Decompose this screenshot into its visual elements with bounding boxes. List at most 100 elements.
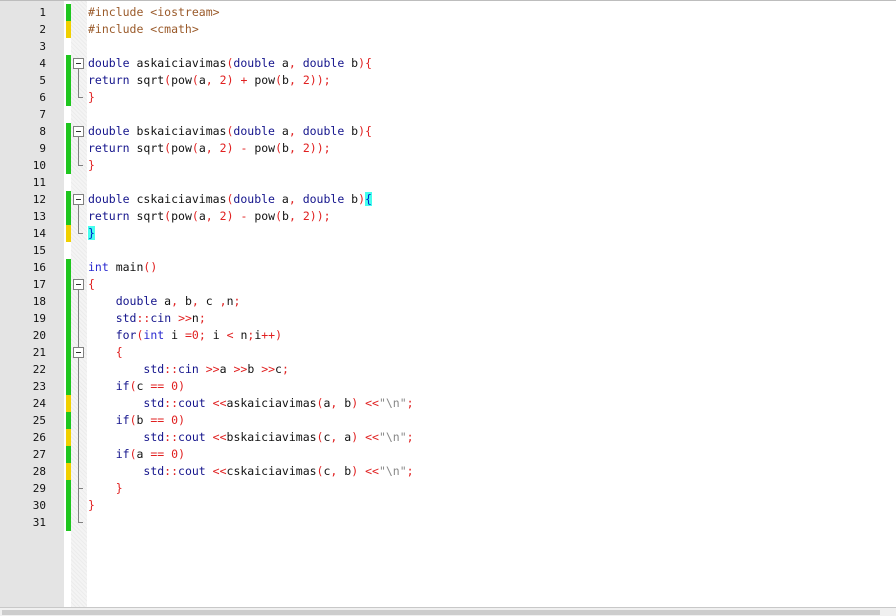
code-text[interactable]: return sqrt(pow(a, 2) - pow(b, 2)); — [88, 208, 331, 225]
code-line[interactable]: 20 for(int i =0; i < n;i++) — [0, 327, 896, 344]
code-token: 2 — [302, 141, 310, 155]
code-token: a — [198, 73, 206, 87]
code-text[interactable]: for(int i =0; i < n;i++) — [88, 327, 282, 344]
code-text[interactable]: int main() — [88, 259, 157, 276]
code-line[interactable]: 14} — [0, 225, 896, 242]
line-number: 29 — [32, 482, 46, 495]
code-text[interactable]: #include <iostream> — [88, 4, 220, 21]
code-editor[interactable]: 1 #include <iostream> 2 #include <cmath> 3 4 d… — [0, 0, 896, 607]
code-text[interactable]: std::cin >>n; — [88, 310, 206, 327]
code-line[interactable]: 3 — [0, 38, 896, 55]
code-line[interactable]: 25 if(b == 0) — [0, 412, 896, 429]
code-lines[interactable]: 1 #include <iostream> 2 #include <cmath> 3 4 d… — [0, 4, 896, 531]
code-text[interactable]: if(b == 0) — [88, 412, 185, 429]
code-token: ; — [406, 430, 414, 444]
code-line[interactable]: 12 double cskaiciavimas(double a, double … — [0, 191, 896, 208]
line-number: 13 — [32, 210, 46, 223]
code-token: b — [344, 192, 359, 206]
code-line[interactable]: 10} — [0, 157, 896, 174]
code-token: pow — [171, 209, 192, 223]
code-token: return — [88, 73, 130, 87]
code-token: double — [233, 124, 275, 138]
saved-change-marker — [66, 446, 71, 463]
saved-change-marker — [66, 497, 71, 514]
code-line[interactable]: 23 if(c == 0) — [0, 378, 896, 395]
unsaved-change-marker — [66, 395, 71, 412]
code-line[interactable]: 26 std::cout <<bskaiciavimas(c, a) <<"\n… — [0, 429, 896, 446]
code-line[interactable]: 30} — [0, 497, 896, 514]
code-line[interactable]: 13 return sqrt(pow(a, 2) - pow(b, 2)); — [0, 208, 896, 225]
code-text[interactable]: #include <cmath> — [88, 21, 199, 38]
code-token: ) — [178, 413, 186, 427]
code-line[interactable]: 16 int main() — [0, 259, 896, 276]
line-number: 27 — [32, 448, 46, 461]
fold-line-icon — [73, 327, 85, 344]
code-line[interactable]: 28 std::cout <<cskaiciavimas(c, b) <<"\n… — [0, 463, 896, 480]
code-text[interactable]: std::cin >>a >>b >>c; — [88, 361, 289, 378]
code-line[interactable]: 18 double a, b, c ,n; — [0, 293, 896, 310]
code-line[interactable]: 8 double bskaiciavimas(double a, double b… — [0, 123, 896, 140]
fold-line-icon — [73, 310, 85, 327]
code-text[interactable]: std::cout <<askaiciavimas(a, b) <<"\n"; — [88, 395, 413, 412]
code-line[interactable]: 1 #include <iostream> — [0, 4, 896, 21]
code-token: std — [115, 311, 137, 325]
code-line[interactable]: 6} — [0, 89, 896, 106]
code-line[interactable]: 15 — [0, 242, 896, 259]
line-number: 25 — [32, 414, 46, 427]
code-text[interactable]: return sqrt(pow(a, 2) + pow(b, 2)); — [88, 72, 331, 89]
code-line[interactable]: 17 { — [0, 276, 896, 293]
code-text[interactable]: double askaiciavimas(double a, double b)… — [88, 55, 372, 72]
code-text[interactable]: { — [88, 276, 95, 293]
code-text[interactable]: return sqrt(pow(a, 2) - pow(b, 2)); — [88, 140, 331, 157]
code-line[interactable]: 5 return sqrt(pow(a, 2) + pow(b, 2)); — [0, 72, 896, 89]
code-text[interactable]: double bskaiciavimas(double a, double b)… — [88, 123, 372, 140]
fold-toggle-icon[interactable] — [73, 276, 85, 293]
fold-toggle-icon[interactable] — [73, 191, 85, 208]
code-line[interactable]: 9 return sqrt(pow(a, 2) - pow(b, 2)); — [0, 140, 896, 157]
saved-change-marker — [66, 123, 71, 140]
code-line[interactable]: 21 { — [0, 344, 896, 361]
code-token: #include <cmath> — [88, 22, 199, 36]
code-text[interactable]: { — [88, 344, 123, 361]
code-line[interactable]: 4 double askaiciavimas(double a, double b… — [0, 55, 896, 72]
fold-end-icon — [73, 514, 85, 531]
code-token: , — [205, 141, 213, 155]
code-token: << — [212, 396, 227, 410]
fold-toggle-icon[interactable] — [73, 123, 85, 140]
code-text[interactable]: if(c == 0) — [88, 378, 185, 395]
code-line[interactable]: 22 std::cin >>a >>b >>c; — [0, 361, 896, 378]
fold-toggle-icon[interactable] — [73, 55, 85, 72]
saved-change-marker — [66, 4, 71, 21]
code-text[interactable]: double a, b, c ,n; — [88, 293, 241, 310]
code-text[interactable]: } — [88, 497, 95, 514]
code-text[interactable]: } — [88, 480, 123, 497]
code-token: ) — [226, 73, 234, 87]
code-token: , — [171, 294, 179, 308]
code-line[interactable]: 7 — [0, 106, 896, 123]
code-token: n — [191, 311, 199, 325]
code-line[interactable]: 2 #include <cmath> — [0, 21, 896, 38]
code-token: bskaiciavimas — [129, 124, 227, 138]
fold-toggle-icon[interactable] — [73, 344, 85, 361]
scrollbar-thumb[interactable] — [2, 610, 880, 615]
code-line[interactable]: 19 std::cin >>n; — [0, 310, 896, 327]
code-line[interactable]: 29 } — [0, 480, 896, 497]
unsaved-change-marker — [66, 429, 71, 446]
code-text[interactable]: std::cout <<cskaiciavimas(c, b) <<"\n"; — [88, 463, 413, 480]
code-text[interactable]: } — [88, 157, 95, 174]
code-token: cout — [178, 464, 206, 478]
code-text[interactable]: if(a == 0) — [88, 446, 185, 463]
code-text[interactable]: std::cout <<bskaiciavimas(c, a) <<"\n"; — [88, 429, 414, 446]
code-token: int — [143, 328, 165, 342]
horizontal-scrollbar[interactable] — [0, 607, 896, 616]
code-text[interactable]: double cskaiciavimas(double a, double b)… — [88, 191, 372, 208]
code-line[interactable]: 27 if(a == 0) — [0, 446, 896, 463]
code-line[interactable]: 31 — [0, 514, 896, 531]
code-text[interactable]: } — [88, 225, 95, 242]
code-text[interactable]: } — [88, 89, 95, 106]
code-line[interactable]: 24 std::cout <<askaiciavimas(a, b) <<"\n… — [0, 395, 896, 412]
code-line[interactable]: 11 — [0, 174, 896, 191]
